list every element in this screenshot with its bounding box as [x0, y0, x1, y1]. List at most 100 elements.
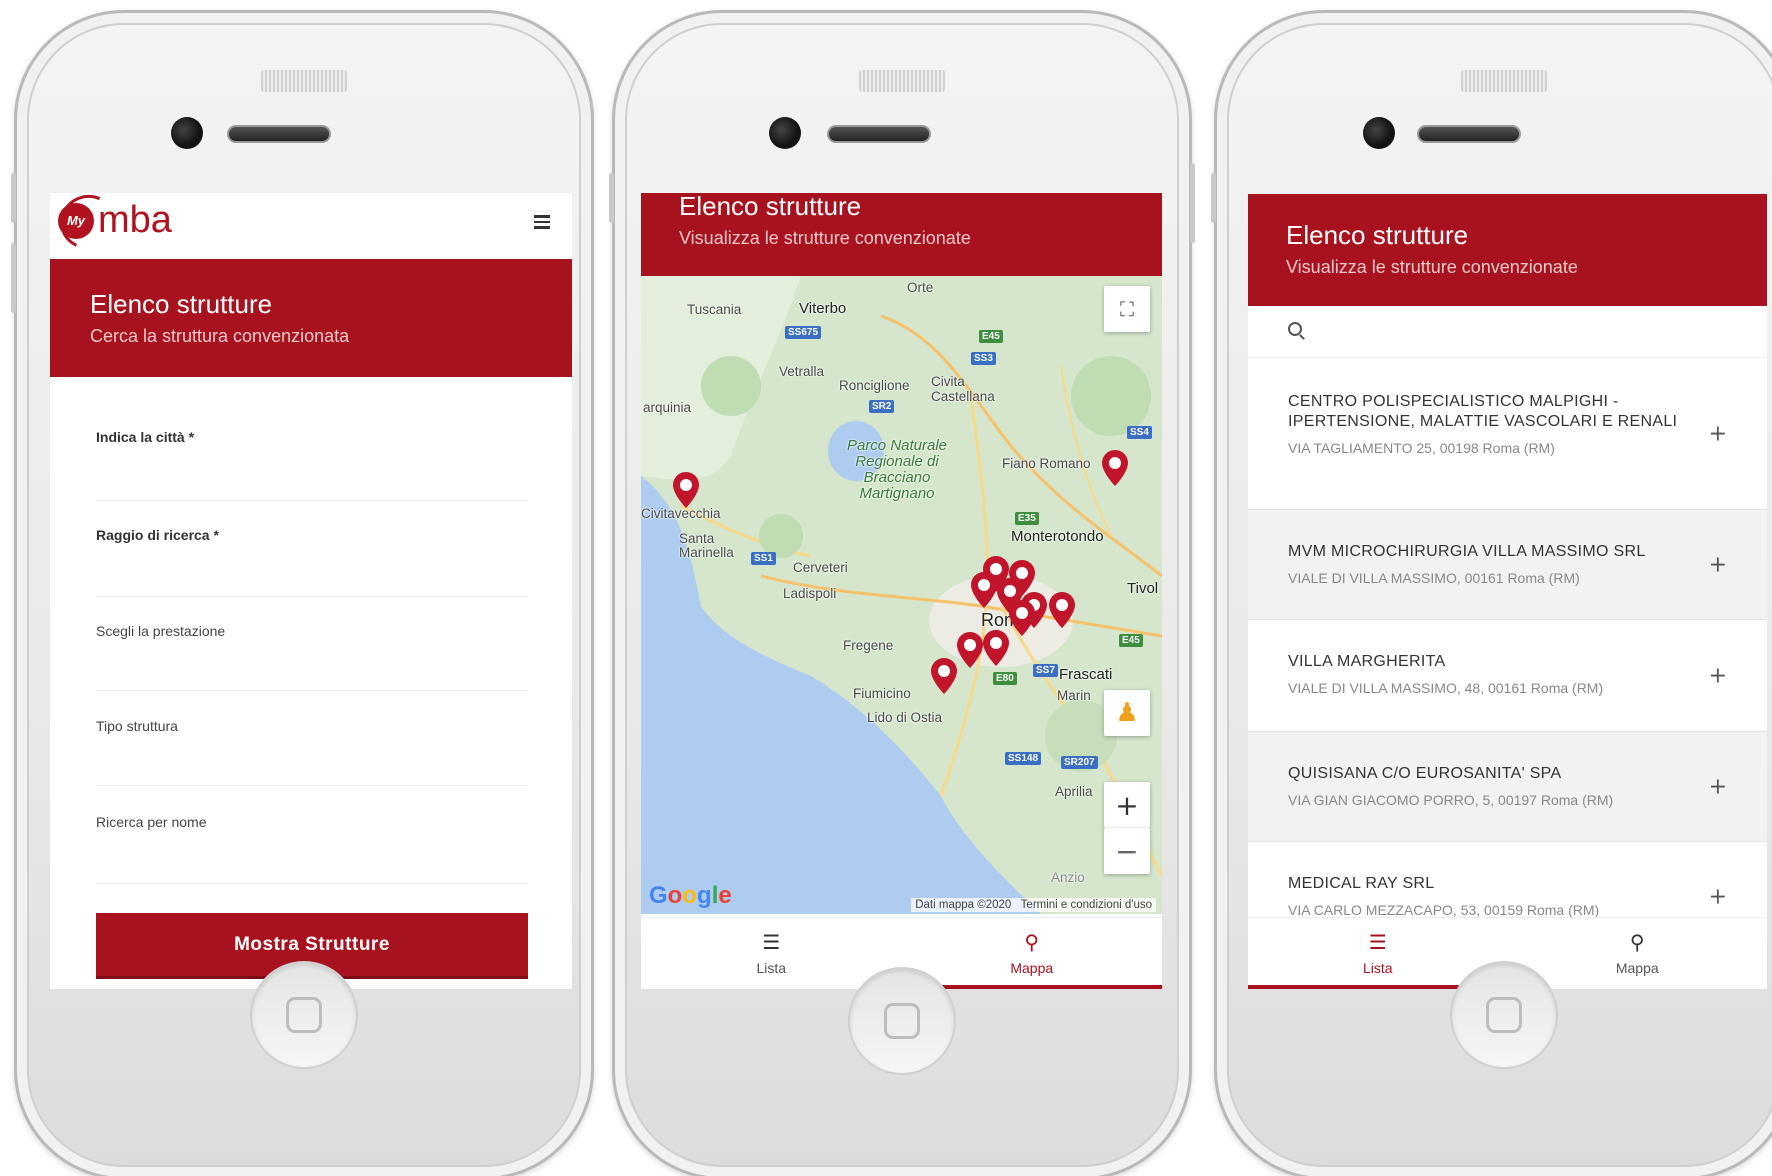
radius-input[interactable]: [96, 543, 528, 579]
map-label: Fiumicino: [853, 686, 911, 701]
structure-type-input[interactable]: [96, 734, 528, 770]
structure-address: VIALE DI VILLA MASSIMO, 00161 Roma (RM): [1288, 570, 1580, 586]
structure-name: VILLA MARGHERITA: [1288, 653, 1446, 670]
brand-logo[interactable]: My mba: [52, 193, 172, 257]
map-label: Civita Castellana: [931, 374, 995, 404]
map-label: Vetralla: [779, 364, 825, 379]
map-pin[interactable]: [1102, 450, 1128, 486]
road-shield: E45: [1119, 634, 1143, 647]
screen: Elenco strutture Visualizza le strutture…: [1248, 194, 1767, 989]
list-icon: ☰: [762, 931, 781, 954]
page-subtitle: Cerca la struttura convenzionata: [90, 326, 350, 346]
map[interactable]: Orte Tuscania Viterbo Vetralla Ronciglio…: [641, 276, 1162, 914]
city-label: Indica la città *: [96, 429, 195, 445]
earpiece: [827, 125, 931, 143]
search-input[interactable]: [1312, 314, 1732, 350]
tab-mappa[interactable]: ⚲ Mappa: [1508, 918, 1768, 989]
road-shield: SS4: [1127, 426, 1152, 439]
expand-icon[interactable]: +: [1709, 421, 1727, 446]
zoom-in-button[interactable]: +: [1104, 782, 1150, 828]
page-banner: Elenco strutture Visualizza le strutture…: [1248, 194, 1767, 306]
map-label: Civitavecchia: [641, 506, 721, 521]
phone-search-form: My mba Elenco strutture Cerca la struttu…: [11, 10, 594, 1176]
map-label: Viterbo: [799, 300, 847, 317]
radius-field[interactable]: Raggio di ricerca *: [96, 527, 528, 597]
search-bar[interactable]: [1248, 306, 1767, 358]
map-terrain: [641, 276, 1162, 914]
road-shield: SS3: [971, 352, 996, 365]
expand-icon[interactable]: +: [1709, 552, 1727, 577]
expand-icon[interactable]: +: [1709, 663, 1727, 688]
list-item[interactable]: MVM MICROCHIRURGIA VILLA MASSIMO SRL VIA…: [1248, 510, 1767, 620]
map-label: Cerveteri: [793, 560, 848, 575]
map-attribution[interactable]: Dati mappa ©2020 Termini e condizioni d'…: [911, 898, 1156, 912]
home-button: [250, 961, 358, 1069]
hamburger-menu-icon[interactable]: [534, 215, 550, 232]
map-label: Monterotondo: [1011, 528, 1104, 545]
service-label: Scegli la prestazione: [96, 623, 226, 639]
page-subtitle: Visualizza le strutture convenzionate: [679, 228, 971, 248]
map-pin[interactable]: [673, 472, 699, 508]
front-camera: [769, 117, 801, 149]
expand-icon[interactable]: +: [1709, 884, 1727, 909]
structure-type-field[interactable]: Tipo struttura: [96, 718, 528, 786]
name-search-input[interactable]: [96, 830, 528, 866]
radius-label: Raggio di ricerca *: [96, 527, 219, 543]
list-item[interactable]: QUISISANA C/O EUROSANITA' SPA VIA GIAN G…: [1248, 732, 1767, 842]
list-item[interactable]: VILLA MARGHERITA VIALE DI VILLA MASSIMO,…: [1248, 620, 1767, 732]
map-label: Marin: [1057, 688, 1091, 703]
screen: Elenco strutture Visualizza le strutture…: [641, 193, 1162, 989]
road-shield: E45: [979, 330, 1003, 343]
map-pin[interactable]: [971, 572, 997, 608]
map-pin[interactable]: [957, 632, 983, 668]
page-title: Elenco strutture: [90, 289, 273, 319]
list-item[interactable]: CENTRO POLISPECIALISTICO MALPIGHI - IPER…: [1248, 358, 1767, 510]
list-icon: ☰: [1368, 931, 1387, 954]
speaker-grille: [261, 70, 347, 92]
speaker-grille: [859, 70, 945, 92]
map-pin[interactable]: [983, 630, 1009, 666]
page-banner: Elenco strutture Visualizza le strutture…: [641, 193, 1162, 276]
structure-address: VIA GIAN GIACOMO PORRO, 5, 00197 Roma (R…: [1288, 792, 1614, 808]
fullscreen-icon[interactable]: ⛶: [1104, 286, 1150, 332]
structures-list: CENTRO POLISPECIALISTICO MALPIGHI - IPER…: [1248, 358, 1767, 952]
city-field[interactable]: Indica la città *: [96, 429, 528, 501]
road-shield: SS1: [751, 552, 776, 565]
name-search-field[interactable]: Ricerca per nome: [96, 814, 528, 884]
tab-lista-label: Lista: [1362, 959, 1393, 976]
city-input[interactable]: [96, 445, 528, 481]
map-pin[interactable]: [1009, 600, 1035, 636]
service-field[interactable]: Scegli la prestazione: [96, 623, 528, 691]
home-button: [848, 967, 956, 1075]
tab-mappa-label: Mappa: [1615, 959, 1659, 976]
zoom-out-button[interactable]: −: [1104, 828, 1150, 874]
structure-name: CENTRO POLISPECIALISTICO MALPIGHI - IPER…: [1288, 393, 1678, 430]
map-label: Fregene: [843, 638, 894, 653]
showcase: My mba Elenco strutture Cerca la struttu…: [0, 0, 1772, 1176]
side-button: [609, 173, 614, 223]
map-marker-icon: ⚲: [1629, 931, 1645, 954]
map-pin[interactable]: [1049, 592, 1075, 628]
side-button: [11, 243, 16, 313]
page-title: Elenco strutture: [679, 193, 862, 221]
tab-mappa[interactable]: ⚲ Mappa: [901, 918, 1163, 989]
street-view-pegman-icon[interactable]: ♟: [1104, 690, 1150, 736]
tab-lista[interactable]: ☰ Lista: [641, 918, 902, 989]
map-label: Ladispoli: [783, 586, 837, 601]
page-title: Elenco strutture: [1286, 220, 1469, 250]
earpiece: [1417, 125, 1521, 143]
service-input[interactable]: [96, 639, 528, 675]
earpiece: [227, 125, 331, 143]
structure-name: MEDICAL RAY SRL: [1288, 875, 1435, 892]
map-pin[interactable]: [931, 658, 957, 694]
structure-address: VIA TAGLIAMENTO 25, 00198 Roma (RM): [1288, 440, 1555, 456]
road-shield: SR207: [1061, 756, 1098, 769]
road-shield: SR2: [869, 400, 895, 413]
front-camera: [171, 117, 203, 149]
google-logo[interactable]: Google: [649, 882, 732, 910]
front-camera: [1363, 117, 1395, 149]
road-shield: E35: [1015, 512, 1039, 525]
map-label: Aprilia: [1055, 784, 1093, 799]
road-shield: SS148: [1005, 752, 1042, 765]
expand-icon[interactable]: +: [1709, 774, 1727, 799]
